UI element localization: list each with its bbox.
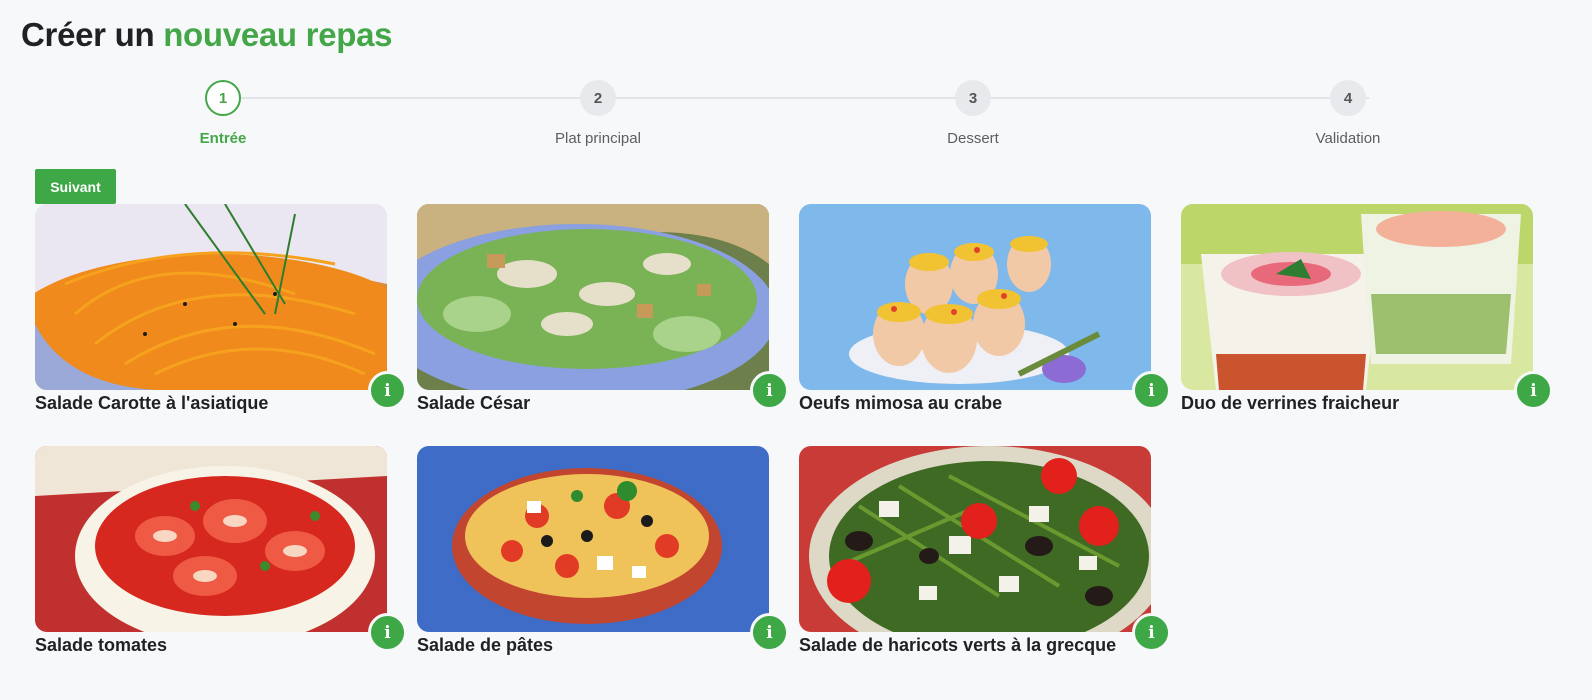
dish-name: Salade de pâtes	[417, 635, 554, 655]
dish-card-tomates[interactable]: Salade tomates i	[35, 446, 425, 666]
step-plat-principal[interactable]: 2 Plat principal	[498, 80, 698, 147]
step-number: 4	[1330, 80, 1366, 116]
step-number: 2	[580, 80, 616, 116]
dish-photo[interactable]	[1181, 204, 1533, 390]
info-button[interactable]: i	[1514, 371, 1553, 410]
dish-card-verrines[interactable]: Duo de verrines fraicheur i	[1181, 204, 1571, 424]
info-button[interactable]: i	[750, 613, 789, 652]
dish-photo[interactable]	[799, 204, 1151, 390]
info-icon: i	[766, 622, 773, 643]
step-progress: 1 Entrée 2 Plat principal 3 Dessert 4 Va…	[0, 80, 1592, 150]
next-button[interactable]: Suivant	[35, 169, 116, 204]
step-number: 1	[205, 80, 241, 116]
dish-photo[interactable]	[799, 446, 1151, 632]
info-icon: i	[1148, 622, 1155, 643]
page-title-accent: nouveau repas	[163, 16, 393, 53]
step-connector-line	[226, 97, 1369, 99]
info-icon: i	[1530, 380, 1537, 401]
step-label: Entrée	[199, 130, 247, 147]
dish-photo[interactable]	[417, 446, 769, 632]
dish-name: Oeufs mimosa au crabe	[799, 393, 1003, 413]
dish-card-cesar[interactable]: Salade César i	[417, 204, 807, 424]
step-entree[interactable]: 1 Entrée	[123, 80, 323, 147]
page-title: Créer un nouveau repas	[21, 16, 393, 54]
step-dessert[interactable]: 3 Dessert	[873, 80, 1073, 147]
dish-name: Duo de verrines fraicheur	[1181, 393, 1400, 413]
dish-name: Salade Carotte à l'asiatique	[35, 393, 269, 413]
dish-card-pates[interactable]: Salade de pâtes i	[417, 446, 807, 666]
info-button[interactable]: i	[1132, 371, 1171, 410]
dish-photo[interactable]	[35, 446, 387, 632]
dish-photo[interactable]	[35, 204, 387, 390]
info-button[interactable]: i	[368, 613, 407, 652]
info-icon: i	[384, 622, 391, 643]
dish-card-oeufs-mimosa[interactable]: Oeufs mimosa au crabe i	[799, 204, 1189, 424]
page-title-prefix: Créer un	[21, 16, 164, 53]
info-icon: i	[766, 380, 773, 401]
step-label: Dessert	[947, 130, 999, 147]
dish-photo[interactable]	[417, 204, 769, 390]
info-button[interactable]: i	[750, 371, 789, 410]
step-validation[interactable]: 4 Validation	[1248, 80, 1448, 147]
dish-name: Salade tomates	[35, 635, 168, 655]
step-label: Validation	[1315, 130, 1381, 147]
dish-card-haricots-verts[interactable]: Salade de haricots verts à la grecque i	[799, 446, 1189, 666]
info-icon: i	[1148, 380, 1155, 401]
step-number: 3	[955, 80, 991, 116]
info-icon: i	[384, 380, 391, 401]
dish-name: Salade César	[417, 393, 531, 413]
step-label: Plat principal	[555, 130, 641, 147]
dish-name: Salade de haricots verts à la grecque	[799, 635, 1117, 655]
info-button[interactable]: i	[1132, 613, 1171, 652]
info-button[interactable]: i	[368, 371, 407, 410]
dish-card-carotte[interactable]: Salade Carotte à l'asiatique i	[35, 204, 425, 424]
